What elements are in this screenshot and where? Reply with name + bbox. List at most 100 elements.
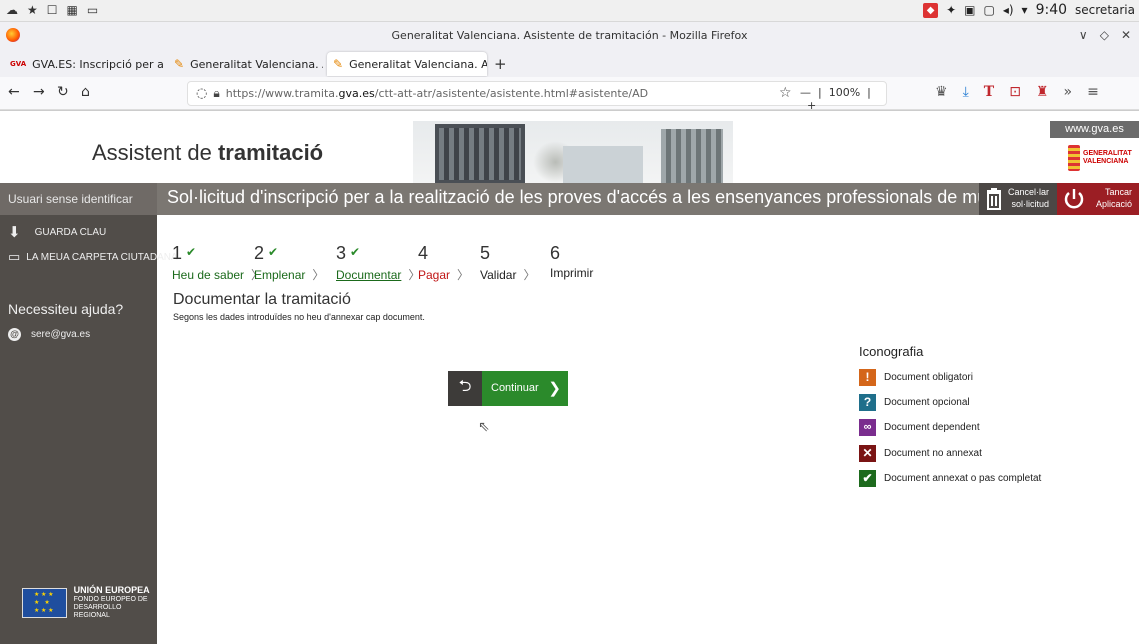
power-icon: [1064, 189, 1084, 209]
help-email-link[interactable]: @ sere@gva.es: [8, 328, 90, 341]
home-icon[interactable]: ⌂: [81, 84, 90, 100]
page-header: Assistent de tramitació www.gva.es GENER…: [0, 110, 1139, 183]
check-icon: ✔: [186, 245, 197, 259]
download-icon: ⬇: [8, 224, 21, 241]
hamburger-menu-icon[interactable]: ≡: [1087, 84, 1099, 100]
addon-icon[interactable]: ♜: [1036, 84, 1049, 100]
tray-volume-icon[interactable]: ◂): [1003, 3, 1014, 17]
generalitat-crest-icon: [1068, 145, 1080, 171]
save-key-link[interactable]: ⬇ GUARDA CLAU: [8, 223, 106, 241]
user-status: Usuari sense identificar: [0, 183, 157, 215]
browser-tab[interactable]: GVA GVA.ES: Inscripció per a la ✕: [4, 52, 164, 76]
step-emplenar[interactable]: 2 ✔ Emplenar 〉: [254, 243, 336, 283]
forward-icon[interactable]: →: [33, 84, 45, 100]
printer-icon[interactable]: ▭: [87, 3, 98, 17]
trash-icon: [987, 188, 1001, 210]
question-icon: ?: [859, 393, 876, 411]
legend-title: Iconografia: [859, 344, 924, 359]
icon-legend: Iconografia ! Document obligatori ? Docu…: [859, 344, 1041, 494]
back-icon[interactable]: ←: [8, 84, 20, 100]
continue-button[interactable]: Continuar ❯: [482, 371, 568, 406]
citizen-folder-link[interactable]: ▭ LA MEUA CARPETA CIUTADANA: [8, 249, 178, 265]
close-application-button[interactable]: Tancar Aplicació: [1057, 183, 1139, 215]
procedure-title: Sol·licitud d'inscripció per a la realit…: [167, 187, 1083, 207]
overflow-menu-icon[interactable]: »: [1063, 84, 1072, 100]
step-documentar[interactable]: 3 ✔ Documentar 〉: [336, 243, 420, 283]
url-text[interactable]: https://www.tramita.gva.es/ctt-att-atr/a…: [226, 87, 648, 100]
help-title: Necessiteu ajuda?: [8, 301, 124, 317]
step-pagar[interactable]: 4 Pagar 〉: [418, 243, 480, 283]
browser-tab[interactable]: ✎ Generalitat Valenciana. As ✕: [168, 52, 323, 76]
link-icon: ∞: [859, 418, 876, 436]
wizard-steps: 1 ✔ Heu de saber 〉 2 ✔ Emplenar 〉 3 ✔ Documen…: [172, 243, 632, 283]
document-icon[interactable]: ▦: [67, 3, 78, 17]
legend-item: ✕ Document no annexat: [859, 444, 1041, 462]
new-tab-icon[interactable]: +: [494, 55, 507, 73]
legend-item: ? Document opcional: [859, 393, 1041, 411]
chevron-right-icon: 〉: [523, 268, 536, 282]
downloads-icon[interactable]: ⤓: [963, 84, 969, 100]
legend-item: ∞ Document dependent: [859, 418, 1041, 436]
tray-menu-chevron-icon[interactable]: ▾: [1022, 3, 1028, 17]
browser-tab-active[interactable]: ✎ Generalitat Valenciana. As ✕: [327, 52, 487, 76]
minimize-icon[interactable]: ∨: [1079, 28, 1088, 42]
translate-icon[interactable]: T: [984, 84, 994, 100]
step-imprimir[interactable]: 6 Imprimir: [550, 243, 632, 283]
mouse-cursor-icon: ⇖: [478, 419, 490, 435]
gva-website-link[interactable]: www.gva.es: [1050, 121, 1139, 138]
window-title: Generalitat Valenciana. Asistente de tra…: [391, 29, 748, 42]
eu-logo: UNIÓN EUROPEAFONDO EUROPEO DEDESARROLLO …: [22, 586, 157, 620]
os-clock[interactable]: 9:40: [1036, 2, 1067, 18]
cancel-request-button[interactable]: Cancel·lar sol·licitud: [979, 183, 1057, 215]
reload-icon[interactable]: ↻: [57, 84, 69, 100]
web-page: Assistent de tramitació www.gva.es GENER…: [0, 110, 1139, 644]
section-text: Segons les dades introduïdes no heu d'an…: [173, 312, 425, 322]
tray-network-icon[interactable]: ✦: [946, 3, 956, 17]
bookmark-star-icon[interactable]: ☆: [779, 85, 792, 101]
tray-display-icon[interactable]: ▢: [983, 3, 994, 17]
legend-item: ! Document obligatori: [859, 368, 1041, 386]
legend-item: ✔ Document annexat o pas completat: [859, 469, 1041, 487]
step-validar[interactable]: 5 Validar 〉: [480, 243, 550, 283]
chevron-right-icon: 〉: [457, 268, 470, 282]
tab-label: GVA.ES: Inscripció per a la: [32, 57, 164, 71]
pencil-favicon-icon: ✎: [174, 57, 185, 71]
tray-clipboard-icon[interactable]: ▣: [964, 3, 975, 17]
tab-strip: GVA GVA.ES: Inscripció per a la ✕ ✎ Gene…: [0, 50, 1139, 77]
lock-icon[interactable]: 🔒︎: [213, 86, 219, 101]
chevron-right-icon: 〉: [312, 268, 325, 282]
media-icon[interactable]: ⊡: [1009, 84, 1021, 100]
zoom-level[interactable]: 100%: [829, 86, 860, 99]
step-heu-de-saber[interactable]: 1 ✔ Heu de saber 〉: [172, 243, 263, 283]
undo-arrow-icon: ⮌: [458, 376, 472, 395]
os-top-bar: ☁ ★ ☐ ▦ ▭ ◆ ✦ ▣ ▢ ◂) ▾ 9:40 secretaria: [0, 0, 1139, 22]
zoom-controls[interactable]: — | 100% | +: [800, 86, 886, 112]
site-brand[interactable]: Assistent de tramitació: [92, 140, 323, 166]
procedure-title-bar: Sol·licitud d'inscripció per a la realit…: [157, 183, 1082, 215]
tab-label: Generalitat Valenciana. As: [190, 57, 323, 71]
shield-icon[interactable]: ◌: [196, 86, 207, 101]
browser-title-bar: Generalitat Valenciana. Asistente de tra…: [0, 22, 1139, 50]
header-photo: [413, 121, 733, 183]
gva-favicon-icon: GVA: [10, 60, 27, 68]
sidebar: Usuari sense identificar ⬇ GUARDA CLAU ▭…: [0, 183, 178, 644]
check-icon: ✔: [350, 245, 361, 259]
close-window-icon[interactable]: ✕: [1121, 28, 1131, 42]
back-button[interactable]: ⮌: [448, 371, 482, 406]
favorites-icon[interactable]: ★: [27, 3, 38, 17]
check-icon: ✔: [268, 245, 279, 259]
tray-alert-icon[interactable]: ◆: [923, 2, 939, 18]
app-menu-icon[interactable]: ☁: [6, 3, 18, 17]
at-icon: @: [8, 328, 21, 341]
navigation-toolbar: ← → ↻ ⌂ ◌ 🔒︎ https://www.tramita.gva.es/…: [0, 77, 1139, 112]
extension-icon[interactable]: ♛: [935, 84, 948, 100]
generalitat-logo[interactable]: GENERALITAT VALENCIANA: [1068, 145, 1132, 171]
chevron-right-icon: ❯: [548, 380, 561, 397]
tab-label: Generalitat Valenciana. As: [349, 57, 487, 71]
window-icon[interactable]: ☐: [47, 3, 58, 17]
url-bar[interactable]: ◌ 🔒︎ https://www.tramita.gva.es/ctt-att-…: [187, 81, 887, 112]
pencil-favicon-icon: ✎: [333, 57, 344, 71]
eu-flag-icon: [22, 588, 67, 618]
maximize-icon[interactable]: ◇: [1100, 28, 1109, 42]
os-user[interactable]: secretaria: [1075, 3, 1135, 17]
